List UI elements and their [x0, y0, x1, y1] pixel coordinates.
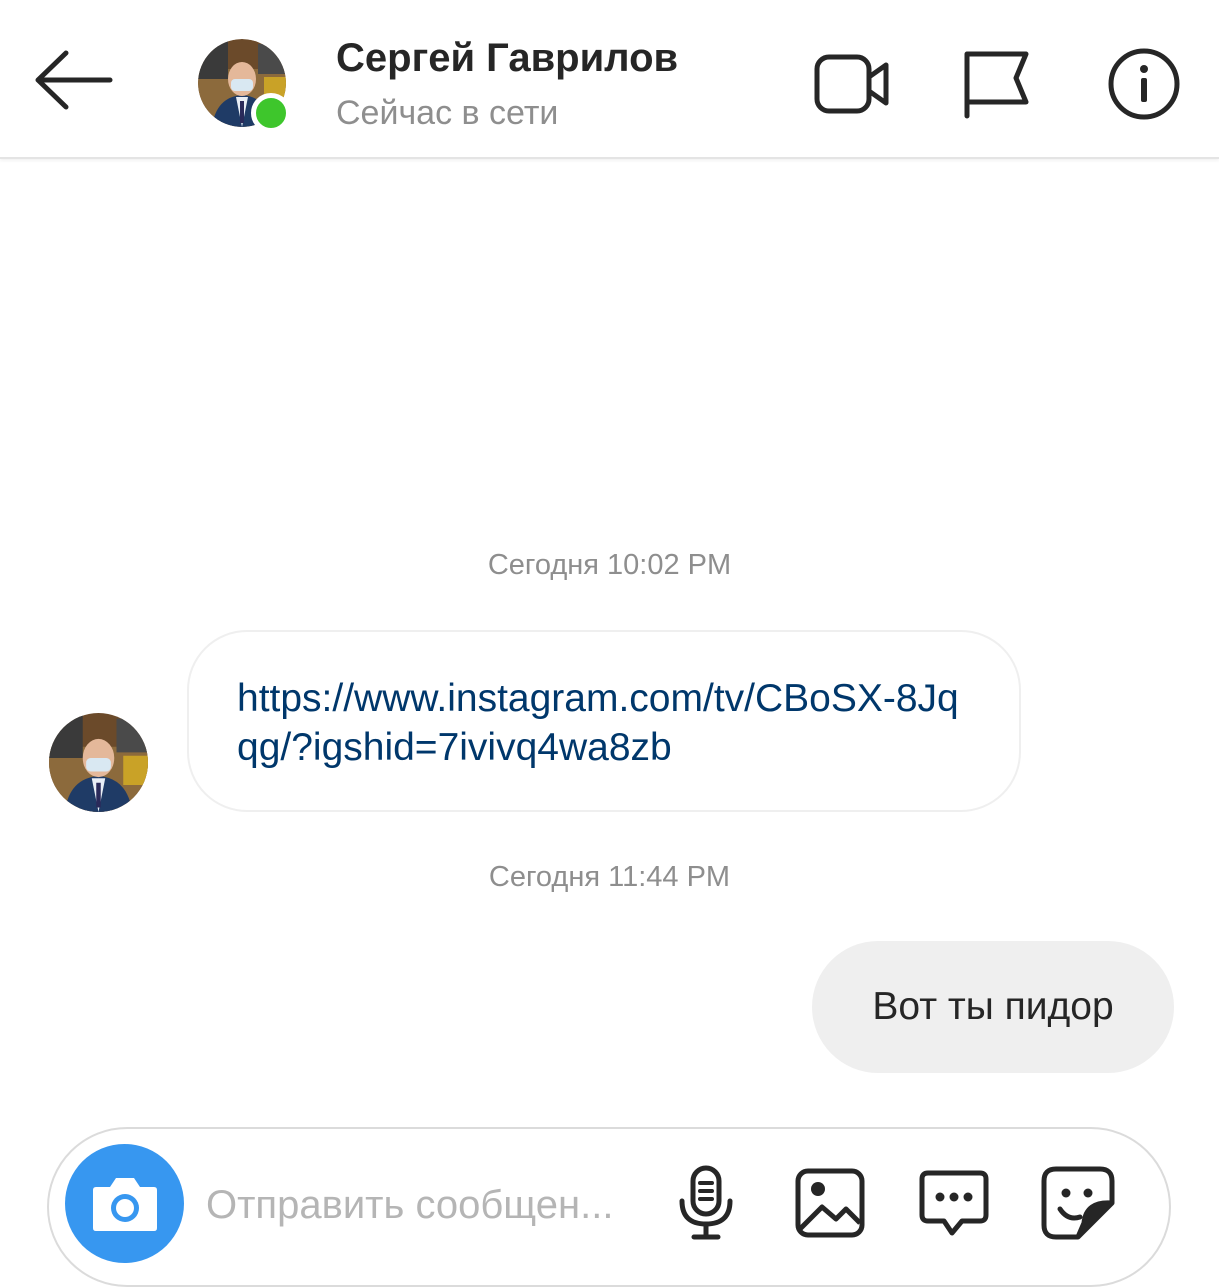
message-timestamp: Сегодня 10:02 PM [487, 549, 732, 581]
outgoing-message-bubble: Вот ты пидор [812, 941, 1174, 1073]
camera-button[interactable] [65, 1144, 184, 1263]
camera-icon [93, 1178, 157, 1231]
video-camera-icon [814, 54, 889, 114]
sender-avatar[interactable] [49, 713, 148, 812]
incoming-message-bubble: https://www.instagram.com/tv/CBoSX-8Jqqg… [187, 630, 1021, 812]
quick-replies-button[interactable] [914, 1163, 994, 1243]
sticker-icon [1041, 1166, 1115, 1240]
contact-status: Сейчас в сети [336, 94, 559, 132]
message-input[interactable] [206, 1170, 636, 1240]
voice-message-button[interactable] [666, 1163, 746, 1243]
message-timestamp: Сегодня 11:44 PM [488, 861, 731, 893]
video-call-button[interactable] [812, 44, 892, 124]
arrow-left-icon [35, 50, 113, 110]
info-button[interactable] [1104, 44, 1184, 124]
sticker-button[interactable] [1038, 1163, 1118, 1243]
contact-name[interactable]: Сергей Гаврилов [336, 36, 678, 81]
report-button[interactable] [956, 44, 1036, 124]
info-icon [1108, 48, 1180, 120]
chat-header: Сергей Гаврилов Сейчас в сети [0, 0, 1219, 159]
back-button[interactable] [30, 45, 116, 115]
online-indicator [251, 93, 291, 133]
gallery-button[interactable] [790, 1163, 870, 1243]
message-link[interactable]: https://www.instagram.com/tv/CBoSX-8Jqqg… [237, 674, 979, 772]
avatar-photo [49, 713, 148, 812]
microphone-icon [679, 1165, 733, 1240]
flag-icon [964, 51, 1029, 119]
chat-bubble-icon [919, 1170, 989, 1236]
image-icon [795, 1168, 865, 1238]
